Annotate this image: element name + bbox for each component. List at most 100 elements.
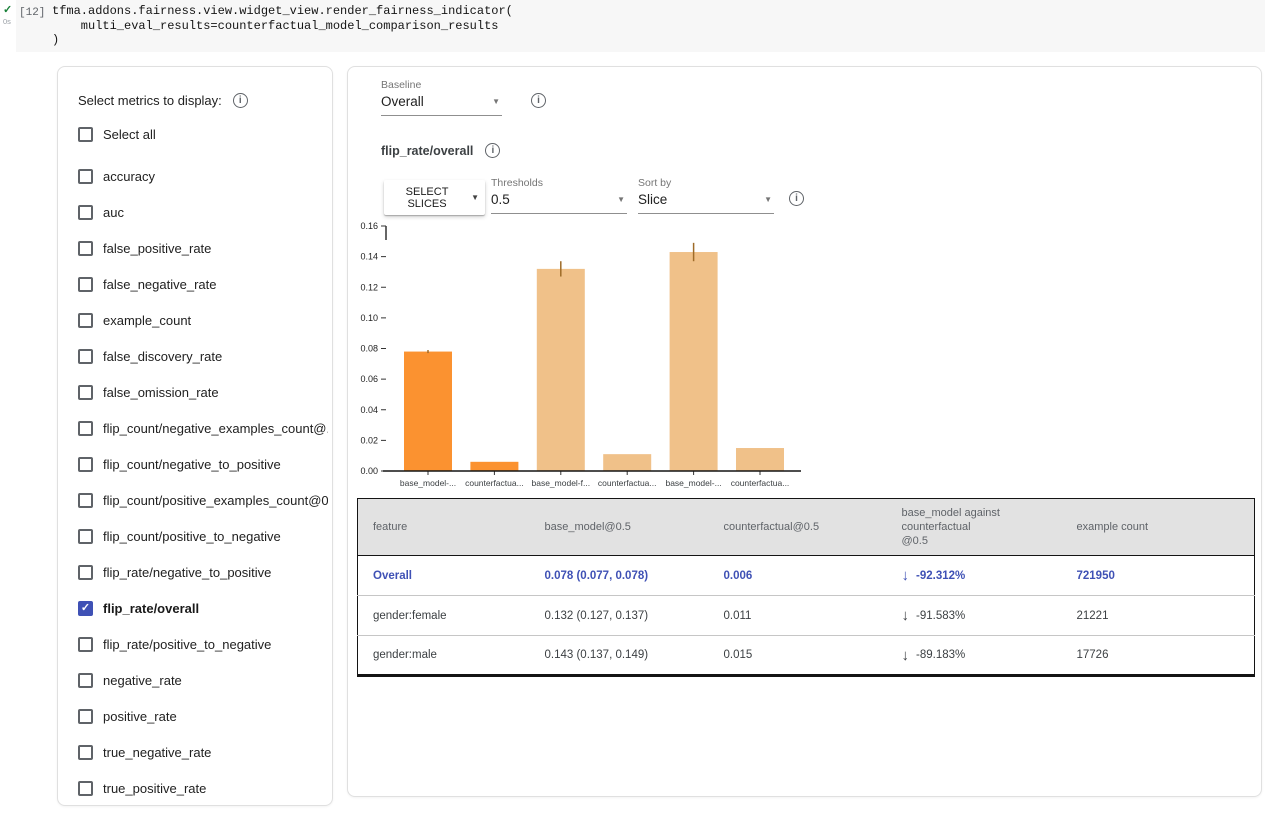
chevron-down-icon: ▼ — [471, 193, 479, 202]
checkbox-icon[interactable] — [78, 349, 93, 364]
cell-execution-count: [12] — [19, 7, 45, 19]
metric-label: flip_rate/positive_to_negative — [103, 637, 271, 652]
cell-code-text[interactable]: tfma.addons.fairness.view.widget_view.re… — [52, 4, 513, 48]
checkbox-icon[interactable] — [78, 127, 93, 142]
metric-item[interactable]: flip_count/positive_to_negative — [78, 518, 328, 554]
svg-text:0.04: 0.04 — [360, 405, 378, 415]
notebook-code-cell: ✓ 0s [12] tfma.addons.fairness.view.widg… — [0, 0, 1265, 52]
metric-item[interactable]: false_negative_rate — [78, 266, 328, 302]
thresholds-label: Thresholds — [491, 177, 627, 189]
info-icon[interactable]: i — [789, 191, 804, 206]
metric-checkbox-list: Select all accuracy auc false_positive_rate… — [78, 116, 328, 806]
counterfactual-cell: 0.015 — [709, 636, 887, 676]
cell-execution-time: 0s — [3, 17, 11, 26]
table-row[interactable]: gender:female0.132 (0.127, 0.137)0.011↓-… — [358, 596, 1255, 636]
metric-item[interactable]: flip_count/positive_examples_count@0... — [78, 482, 328, 518]
checkbox-checked-icon[interactable]: ✓ — [78, 601, 93, 616]
metric-item[interactable]: false_discovery_rate — [78, 338, 328, 374]
checkbox-icon[interactable] — [78, 529, 93, 544]
base-model-cell: 0.078 (0.077, 0.078) — [530, 556, 709, 596]
metric-item[interactable]: flip_count/negative_to_positive — [78, 446, 328, 482]
chevron-down-icon: ▼ — [764, 195, 772, 204]
feature-cell: Overall — [358, 556, 530, 596]
metric-label: flip_rate/overall — [103, 601, 199, 616]
metric-label: flip_count/positive_examples_count@0... — [103, 493, 328, 508]
checkbox-icon[interactable] — [78, 421, 93, 436]
metric-label: Select all — [103, 127, 156, 142]
metric-label: positive_rate — [103, 709, 177, 724]
feature-cell: gender:female — [358, 596, 530, 636]
checkbox-icon[interactable] — [78, 457, 93, 472]
checkbox-icon[interactable] — [78, 709, 93, 724]
baseline-value: Overall — [381, 94, 424, 109]
metric-section-title: flip_rate/overall — [381, 144, 473, 158]
info-icon[interactable]: i — [531, 93, 546, 108]
metric-label: negative_rate — [103, 673, 182, 688]
metric-item[interactable]: flip_rate/negative_to_positive — [78, 554, 328, 590]
metric-item[interactable]: flip_count/negative_examples_count@... — [78, 410, 328, 446]
metric-label: false_positive_rate — [103, 241, 211, 256]
metric-item[interactable]: false_positive_rate — [78, 230, 328, 266]
checkbox-icon[interactable] — [78, 205, 93, 220]
example-count-cell: 21221 — [1062, 596, 1255, 636]
svg-text:base_model-f...: base_model-f... — [532, 478, 591, 488]
thresholds-value: 0.5 — [491, 192, 510, 207]
metric-label: true_negative_rate — [103, 745, 211, 760]
metric-item[interactable]: true_negative_rate — [78, 734, 328, 770]
cell-success-check-icon: ✓ — [3, 3, 12, 16]
checkbox-icon[interactable] — [78, 313, 93, 328]
metric-item[interactable]: example_count — [78, 302, 328, 338]
metric-item[interactable]: positive_rate — [78, 698, 328, 734]
checkbox-icon[interactable] — [78, 493, 93, 508]
checkbox-icon[interactable] — [78, 385, 93, 400]
metric-label: flip_count/positive_to_negative — [103, 529, 281, 544]
down-arrow-icon: ↓ — [902, 608, 910, 623]
metric-item[interactable]: false_omission_rate — [78, 374, 328, 410]
checkbox-icon[interactable] — [78, 241, 93, 256]
metric-item[interactable]: ✓ flip_rate/overall — [78, 590, 328, 626]
metric-item[interactable]: auc — [78, 194, 328, 230]
checkbox-icon[interactable] — [78, 745, 93, 760]
sort-by-label: Sort by — [638, 177, 774, 189]
col-header-feature: feature — [358, 499, 530, 556]
checkbox-icon[interactable] — [78, 673, 93, 688]
metric-item[interactable]: true_positive_rate — [78, 770, 328, 806]
metric-item[interactable]: negative_rate — [78, 662, 328, 698]
col-header-base-model: base_model@0.5 — [530, 499, 709, 556]
info-icon[interactable]: i — [485, 143, 500, 158]
bar-chart: 0.000.020.040.060.080.100.120.140.16base… — [356, 219, 806, 502]
metric-selector-title: Select metrics to display: — [78, 93, 222, 108]
select-slices-button[interactable]: SELECT SLICES ▼ — [384, 180, 485, 215]
metric-label: false_discovery_rate — [103, 349, 222, 364]
metric-selector-panel: Select metrics to display: i Select all a… — [57, 66, 333, 806]
metric-label: false_omission_rate — [103, 385, 219, 400]
base-model-cell: 0.143 (0.137, 0.149) — [530, 636, 709, 676]
metric-item[interactable]: flip_rate/positive_to_negative — [78, 626, 328, 662]
checkbox-icon[interactable] — [78, 169, 93, 184]
svg-text:base_model-...: base_model-... — [400, 478, 456, 488]
sort-by-value: Slice — [638, 192, 667, 207]
thresholds-select[interactable]: Thresholds 0.5 ▼ — [491, 177, 627, 214]
metric-item[interactable]: Select all — [78, 116, 328, 152]
col-header-example-count: example count — [1062, 499, 1255, 556]
checkbox-icon[interactable] — [78, 565, 93, 580]
chevron-down-icon: ▼ — [492, 97, 500, 106]
chevron-down-icon: ▼ — [617, 195, 625, 204]
table-row[interactable]: Overall0.078 (0.077, 0.078)0.006↓-92.312… — [358, 556, 1255, 596]
checkbox-icon[interactable] — [78, 781, 93, 796]
table-row[interactable]: gender:male0.143 (0.137, 0.149)0.015↓-89… — [358, 636, 1255, 676]
baseline-select[interactable]: Baseline Overall ▼ — [381, 79, 502, 116]
checkbox-icon[interactable] — [78, 637, 93, 652]
info-icon[interactable]: i — [233, 93, 248, 108]
against-cell: ↓-92.312% — [887, 556, 1062, 596]
checkbox-icon[interactable] — [78, 277, 93, 292]
metric-label: accuracy — [103, 169, 155, 184]
svg-text:0.12: 0.12 — [360, 282, 378, 292]
sort-by-select[interactable]: Sort by Slice ▼ — [638, 177, 774, 214]
metric-label: flip_rate/negative_to_positive — [103, 565, 271, 580]
metric-label: auc — [103, 205, 124, 220]
counterfactual-cell: 0.006 — [709, 556, 887, 596]
slice-metrics-table: feature base_model@0.5 counterfactual@0.… — [357, 498, 1255, 677]
col-header-against: base_model against counterfactual @0.5 — [887, 499, 1062, 556]
metric-item[interactable]: accuracy — [78, 158, 328, 194]
